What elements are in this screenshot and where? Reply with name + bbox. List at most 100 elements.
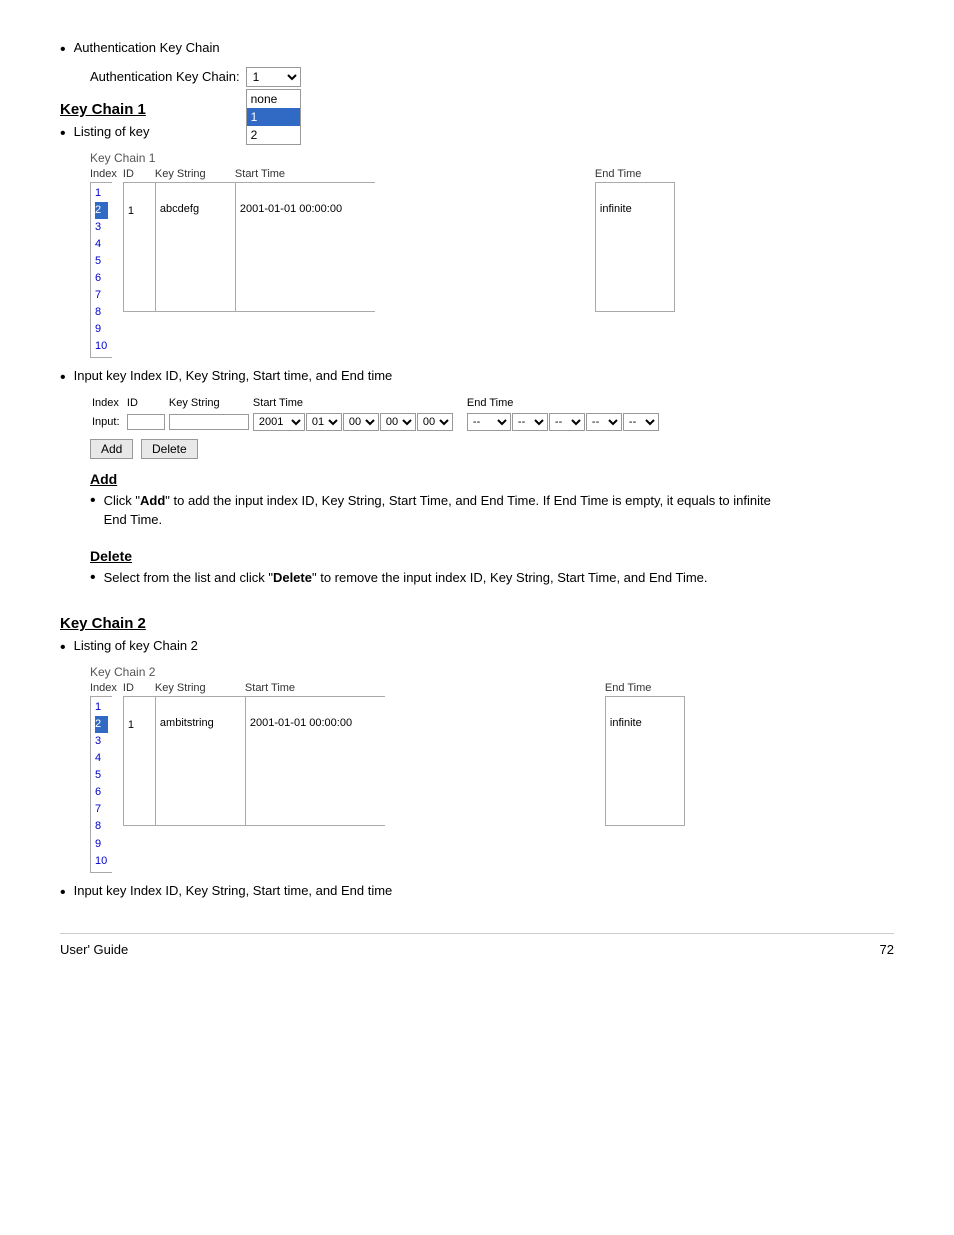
kc1-table: Index ID Key String Start Time End Time …	[90, 168, 675, 358]
kc1-listing-label: Listing of key	[74, 124, 150, 139]
kc1-index-cell: 1 2 3 4 5 6 7 8 9 10	[90, 182, 123, 358]
input-col-starttime-label: Start Time	[251, 395, 455, 411]
start-hour-select[interactable]: 00	[343, 413, 379, 431]
delete-section-description: Select from the list and click "Delete" …	[104, 568, 708, 588]
kc1-starttime-box: 2001-01-01 00:00:00	[235, 182, 375, 312]
kc1-input-label: Input key Index ID, Key String, Start ti…	[74, 368, 393, 383]
kc2-index-9[interactable]: 9	[95, 836, 108, 853]
kc2-id-cell: 1	[123, 696, 155, 872]
delete-section-heading: Delete	[90, 548, 894, 564]
key-chain-1-heading: Key Chain 1	[60, 101, 894, 118]
kc2-table-label: Key Chain 2	[90, 665, 894, 679]
kc1-index-7[interactable]: 7	[95, 287, 108, 304]
start-min-select[interactable]: 00	[380, 413, 416, 431]
kc1-keystring-value: abcdefg	[160, 203, 231, 215]
kc2-index-3[interactable]: 3	[95, 733, 108, 750]
kc2-index-10[interactable]: 10	[95, 853, 108, 870]
kc2-index-list[interactable]: 1 2 3 4 5 6 7 8 9 10	[90, 696, 112, 872]
kc2-col-index: Index	[90, 682, 123, 696]
auth-option-none-item[interactable]: none	[247, 90, 300, 108]
kc1-listing-bullet: • Listing of key	[60, 124, 894, 145]
kc1-endtime-value: infinite	[600, 203, 670, 215]
kc2-listing-label: Listing of key Chain 2	[74, 638, 198, 653]
kc2-index-5[interactable]: 5	[95, 767, 108, 784]
input-id-field[interactable]	[127, 414, 165, 430]
end-sel-5[interactable]: --	[623, 413, 659, 431]
key-chain-2-heading: Key Chain 2	[60, 615, 894, 632]
kc1-col-starttime: Start Time	[235, 168, 395, 182]
kc2-index-6[interactable]: 6	[95, 784, 108, 801]
add-section-description: Click "Add" to add the input index ID, K…	[104, 491, 784, 530]
kc1-index-list[interactable]: 1 2 3 4 5 6 7 8 9 10	[90, 182, 112, 358]
kc2-endtime-cell: infinite	[605, 696, 685, 872]
input-keystring-cell	[167, 411, 251, 433]
kc2-index-8[interactable]: 8	[95, 818, 108, 835]
kc1-index-6[interactable]: 6	[95, 270, 108, 287]
start-time-group: 2001 01 01 00 00 00	[253, 413, 453, 431]
kc1-col-index: Index	[90, 168, 123, 182]
kc1-input-bullet: • Input key Index ID, Key String, Start …	[60, 368, 894, 389]
end-sel-3[interactable]: --	[549, 413, 585, 431]
input-id-cell	[125, 411, 167, 433]
kc2-spacer	[405, 696, 605, 872]
bullet-dot-add: •	[90, 491, 96, 512]
kc1-index-4[interactable]: 4	[95, 236, 108, 253]
kc1-input-table: Index ID Key String Start Time End Time …	[90, 395, 661, 433]
end-sel-1[interactable]: --	[467, 413, 511, 431]
kc1-col-endtime	[395, 168, 595, 182]
auth-keychain-row: Authentication Key Chain: none 1 2 none …	[90, 67, 894, 87]
kc1-index-8[interactable]: 8	[95, 304, 108, 321]
kc1-index-2[interactable]: 2	[95, 202, 108, 219]
add-section-bullet: • Click "Add" to add the input index ID,…	[90, 491, 894, 538]
bullet-dot-kc1: •	[60, 124, 66, 145]
input-col-index-label: Index	[90, 395, 125, 411]
kc1-index-1[interactable]: 1	[95, 185, 108, 202]
delete-button[interactable]: Delete	[141, 439, 198, 459]
kc2-index-7[interactable]: 7	[95, 801, 108, 818]
start-day-select[interactable]: 01	[306, 413, 342, 431]
bullet-dot-kc2-input: •	[60, 883, 66, 904]
kc1-index-5[interactable]: 5	[95, 253, 108, 270]
end-sel-2[interactable]: --	[512, 413, 548, 431]
input-starttime-cell: 2001 01 01 00 00 00	[251, 411, 455, 433]
kc1-starttime-value: 2001-01-01 00:00:00	[240, 203, 371, 215]
kc1-table-wrapper: Index ID Key String Start Time End Time …	[90, 168, 894, 358]
footer-page-number: 72	[880, 942, 894, 957]
kc2-index-1[interactable]: 1	[95, 699, 108, 716]
auth-option-2-item[interactable]: 2	[247, 126, 300, 144]
kc1-keystring-box: abcdefg	[155, 182, 235, 312]
kc2-index-4[interactable]: 4	[95, 750, 108, 767]
end-sel-4[interactable]: --	[586, 413, 622, 431]
start-sec-select[interactable]: 00	[417, 413, 453, 431]
input-col-endtime-label: End Time	[465, 395, 661, 411]
kc2-starttime-cell: 2001-01-01 00:00:00	[245, 696, 405, 872]
kc2-index-2[interactable]: 2	[95, 716, 108, 733]
auth-keychain-select[interactable]: none 1 2	[246, 67, 301, 87]
kc1-index-9[interactable]: 9	[95, 321, 108, 338]
kc2-keystring-box: ambitstring	[155, 696, 245, 826]
kc2-starttime-value: 2001-01-01 00:00:00	[250, 717, 381, 729]
kc2-id-box: 1	[123, 696, 155, 826]
input-col-id-label: ID	[125, 395, 167, 411]
kc1-endtime-box: infinite	[595, 182, 675, 312]
auth-option-1-item[interactable]: 1	[247, 108, 300, 126]
input-label-cell: Input:	[90, 411, 125, 433]
kc1-spacer	[395, 182, 595, 358]
kc1-index-10[interactable]: 10	[95, 338, 108, 355]
input-keystring-field[interactable]	[169, 414, 249, 430]
kc1-col-keystring: Key String	[155, 168, 235, 182]
start-year-select[interactable]: 2001 01	[253, 413, 305, 431]
kc2-keystring-cell: ambitstring	[155, 696, 245, 872]
kc2-id-entry-2: 1	[128, 717, 151, 734]
kc1-index-3[interactable]: 3	[95, 219, 108, 236]
kc1-keystring-cell: abcdefg	[155, 182, 235, 358]
kc2-endtime-value: infinite	[610, 717, 680, 729]
end-time-group: -- -- -- -- --	[467, 413, 659, 431]
add-button[interactable]: Add	[90, 439, 133, 459]
kc1-id-entry-2: 1	[128, 203, 151, 220]
footer-guide-label: User' Guide	[60, 942, 128, 957]
kc1-col-id: ID	[123, 168, 155, 182]
bullet-dot-delete: •	[90, 568, 96, 589]
input-col-keystring-label: Key String	[167, 395, 251, 411]
kc1-id-box: 1	[123, 182, 155, 312]
